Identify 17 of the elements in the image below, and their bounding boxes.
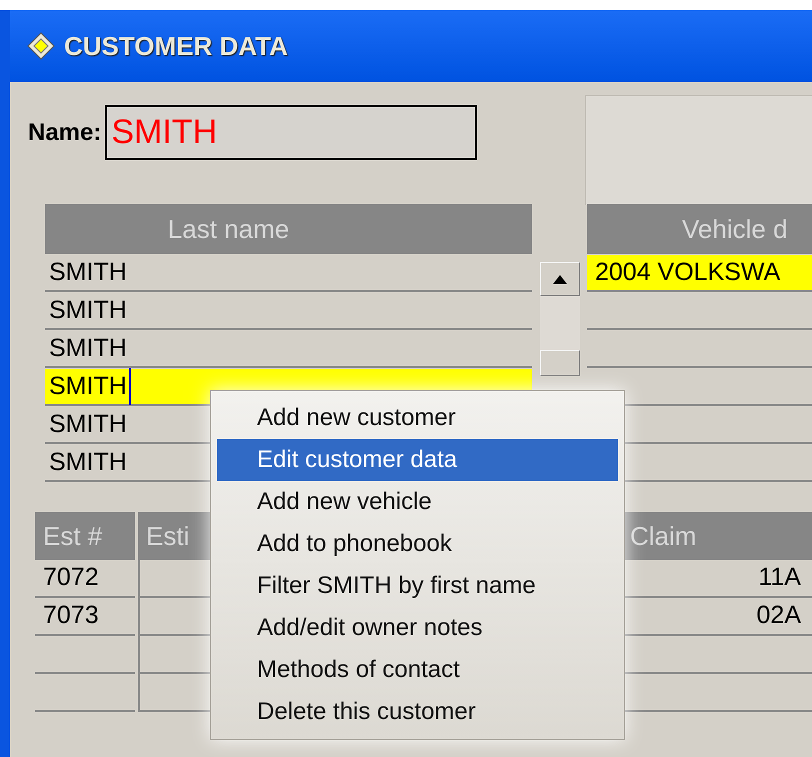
diamond-icon [26,31,56,61]
menu-item[interactable]: Filter SMITH by first name [217,565,618,607]
table-cell[interactable]: 2004 VOLKSWA [587,255,812,292]
name-label: Name: [28,118,102,148]
table-cell: 7072 [35,560,135,598]
table-cell: 7073 [35,598,135,636]
window-title: CUSTOMER DATA [64,30,288,62]
menu-item[interactable]: Delete this customer [217,691,618,733]
column-header: Est # [35,512,135,560]
scroll-up-button[interactable] [540,262,580,296]
menu-item[interactable]: Edit customer data [217,439,618,481]
scroll-thumb[interactable] [540,350,580,376]
menu-item[interactable]: Methods of contact [217,649,618,691]
column-header: Vehicle d [587,204,812,254]
column-header: Last name [45,204,532,254]
up-arrow-icon [552,274,566,284]
menu-item[interactable]: Add/edit owner notes [217,607,618,649]
